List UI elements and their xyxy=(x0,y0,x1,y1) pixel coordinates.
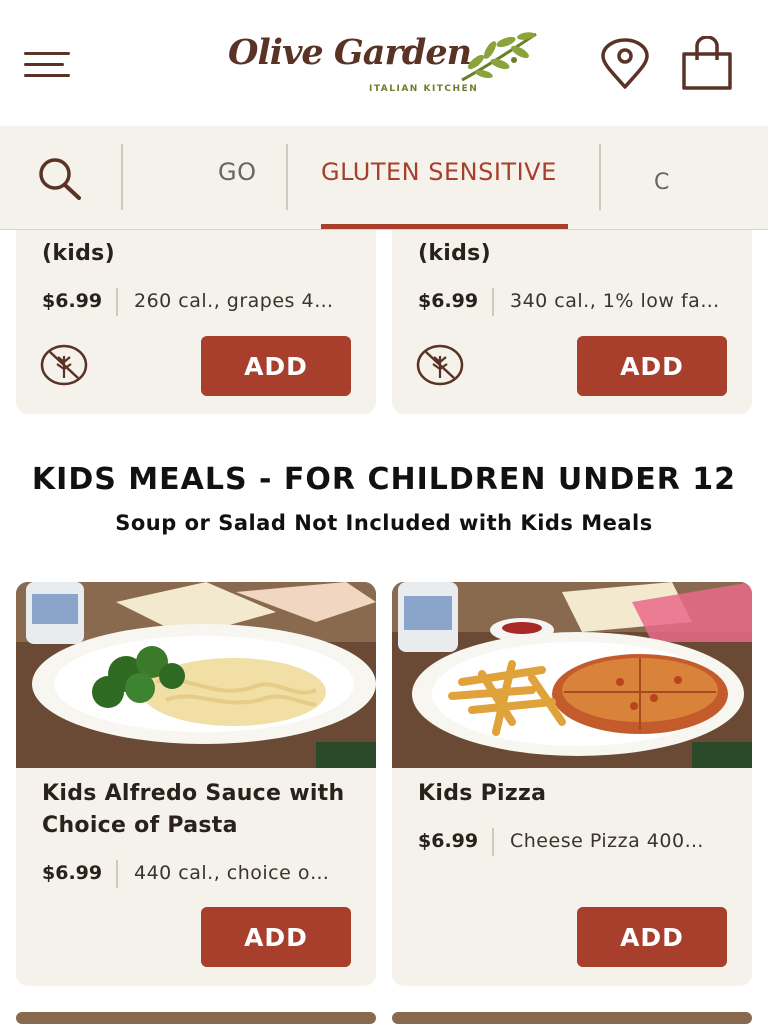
gluten-free-icon xyxy=(40,344,88,386)
tab-category-c[interactable]: C xyxy=(654,170,670,195)
item-title-line2: (kids) xyxy=(42,241,115,266)
app-header: Olive Garden ITALIAN KITCHEN xyxy=(0,0,768,126)
price-divider xyxy=(116,860,118,888)
logo-tagline: ITALIAN KITCHEN xyxy=(369,84,479,94)
search-icon[interactable] xyxy=(36,156,84,202)
add-button[interactable]: ADD xyxy=(201,907,351,967)
menu-card-kids-pizza[interactable]: Kids Pizza $6.99 Cheese Pizza 400… ADD xyxy=(392,582,752,986)
logo-wordmark: Olive Garden xyxy=(228,32,472,73)
item-title: Kids Pizza xyxy=(418,781,547,806)
item-title-line2: (kids) xyxy=(418,241,491,266)
menu-card-next[interactable] xyxy=(16,1012,376,1024)
add-button[interactable]: ADD xyxy=(577,907,727,967)
item-price: $6.99 xyxy=(418,830,479,852)
item-description: Cheese Pizza 400… xyxy=(510,830,705,852)
add-button[interactable]: ADD xyxy=(201,336,351,396)
section-subtitle: Soup or Salad Not Included with Kids Mea… xyxy=(115,511,653,535)
menu-card-next[interactable] xyxy=(392,1012,752,1024)
menu-card-kids-alfredo[interactable]: Kids Alfredo Sauce with Choice of Pasta … xyxy=(16,582,376,986)
price-divider xyxy=(492,288,494,316)
nav-divider xyxy=(121,144,123,210)
item-description: 340 cal., 1% low fa… xyxy=(510,290,720,312)
item-price: $6.99 xyxy=(42,862,103,884)
tab-category-go[interactable]: GO xyxy=(218,158,257,186)
location-pin-icon[interactable] xyxy=(600,38,650,90)
item-description: 260 cal., grapes 4… xyxy=(134,290,334,312)
item-title-line1: Kids Alfredo Sauce with xyxy=(42,781,345,806)
tab-gluten-sensitive[interactable]: GLUTEN SENSITIVE xyxy=(321,158,557,186)
item-price: $6.99 xyxy=(42,290,103,312)
price-divider xyxy=(492,828,494,856)
olive-branch-icon xyxy=(461,32,537,82)
shopping-bag-icon[interactable] xyxy=(680,36,734,92)
item-description: 440 cal., choice o… xyxy=(134,862,330,884)
gluten-free-icon xyxy=(416,344,464,386)
kids-pizza-photo xyxy=(392,582,752,768)
price-divider xyxy=(116,288,118,316)
add-button[interactable]: ADD xyxy=(577,336,727,396)
kids-alfredo-photo xyxy=(16,582,376,768)
section-title: KIDS MEALS - FOR CHILDREN UNDER 12 xyxy=(31,462,737,497)
nav-divider xyxy=(599,144,601,210)
active-tab-indicator xyxy=(321,224,568,229)
menu-icon[interactable] xyxy=(24,52,72,78)
category-nav: GO GLUTEN SENSITIVE C xyxy=(0,126,768,230)
item-title-line2: Choice of Pasta xyxy=(42,813,238,838)
olive-garden-logo[interactable]: Olive Garden ITALIAN KITCHEN xyxy=(226,28,542,100)
item-price: $6.99 xyxy=(418,290,479,312)
nav-divider xyxy=(286,144,288,210)
